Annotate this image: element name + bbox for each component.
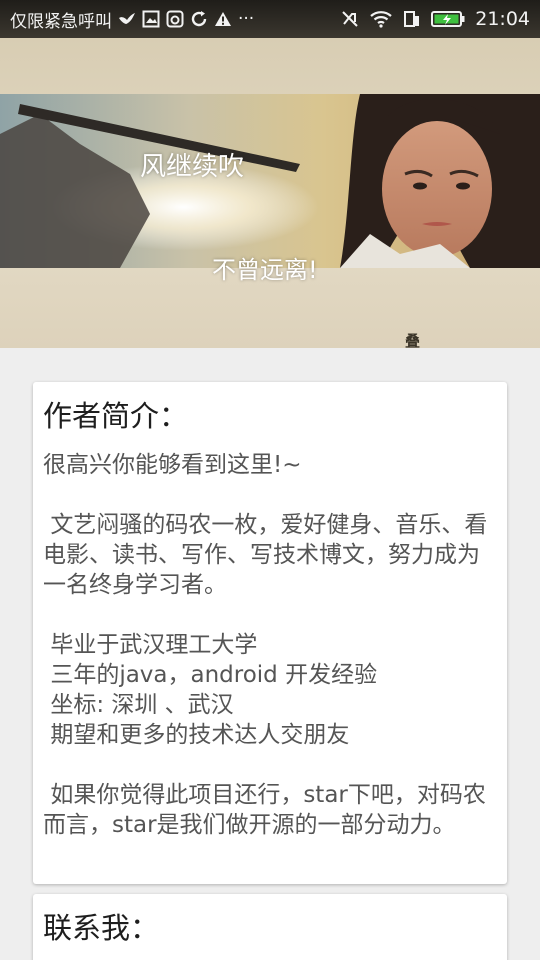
sim-icon bbox=[403, 10, 421, 28]
sync-icon bbox=[190, 10, 208, 28]
author-intro-title: 作者简介： bbox=[43, 399, 189, 433]
status-right: 21:04 bbox=[341, 8, 530, 30]
banner-image bbox=[0, 94, 540, 268]
image-icon bbox=[142, 10, 160, 28]
seal-mark: 叠 bbox=[405, 332, 421, 348]
contact-card: 联系我： bbox=[33, 894, 507, 960]
mute-icon bbox=[341, 10, 359, 28]
more-indicator: ··· bbox=[238, 9, 255, 29]
status-left: 仅限紧急呼叫 ··· bbox=[10, 7, 254, 32]
warning-icon bbox=[214, 11, 232, 27]
camera-icon bbox=[166, 10, 184, 28]
carrier-text: 仅限紧急呼叫 bbox=[10, 11, 112, 32]
contact-title: 联系我： bbox=[43, 911, 160, 945]
header-banner-area: 风继续吹 不曾远离! 叠 bbox=[0, 38, 540, 348]
battery-charging-icon bbox=[431, 10, 465, 28]
wifi-icon bbox=[369, 10, 393, 28]
author-intro-body: 很高兴你能够看到这里!~ 文艺闷骚的码农一枚，爱好健身、音乐、看电影、读书、写作… bbox=[43, 452, 488, 838]
author-intro-card: 作者简介： 很高兴你能够看到这里!~ 文艺闷骚的码农一枚，爱好健身、音乐、看电影… bbox=[33, 382, 507, 884]
status-bar: 仅限紧急呼叫 ··· 21:04 bbox=[0, 0, 540, 38]
banner-title: 风继续吹 bbox=[140, 152, 245, 182]
bird-icon bbox=[118, 12, 136, 26]
status-time: 21:04 bbox=[475, 8, 530, 30]
banner-subtitle: 不曾远离! bbox=[212, 256, 318, 284]
